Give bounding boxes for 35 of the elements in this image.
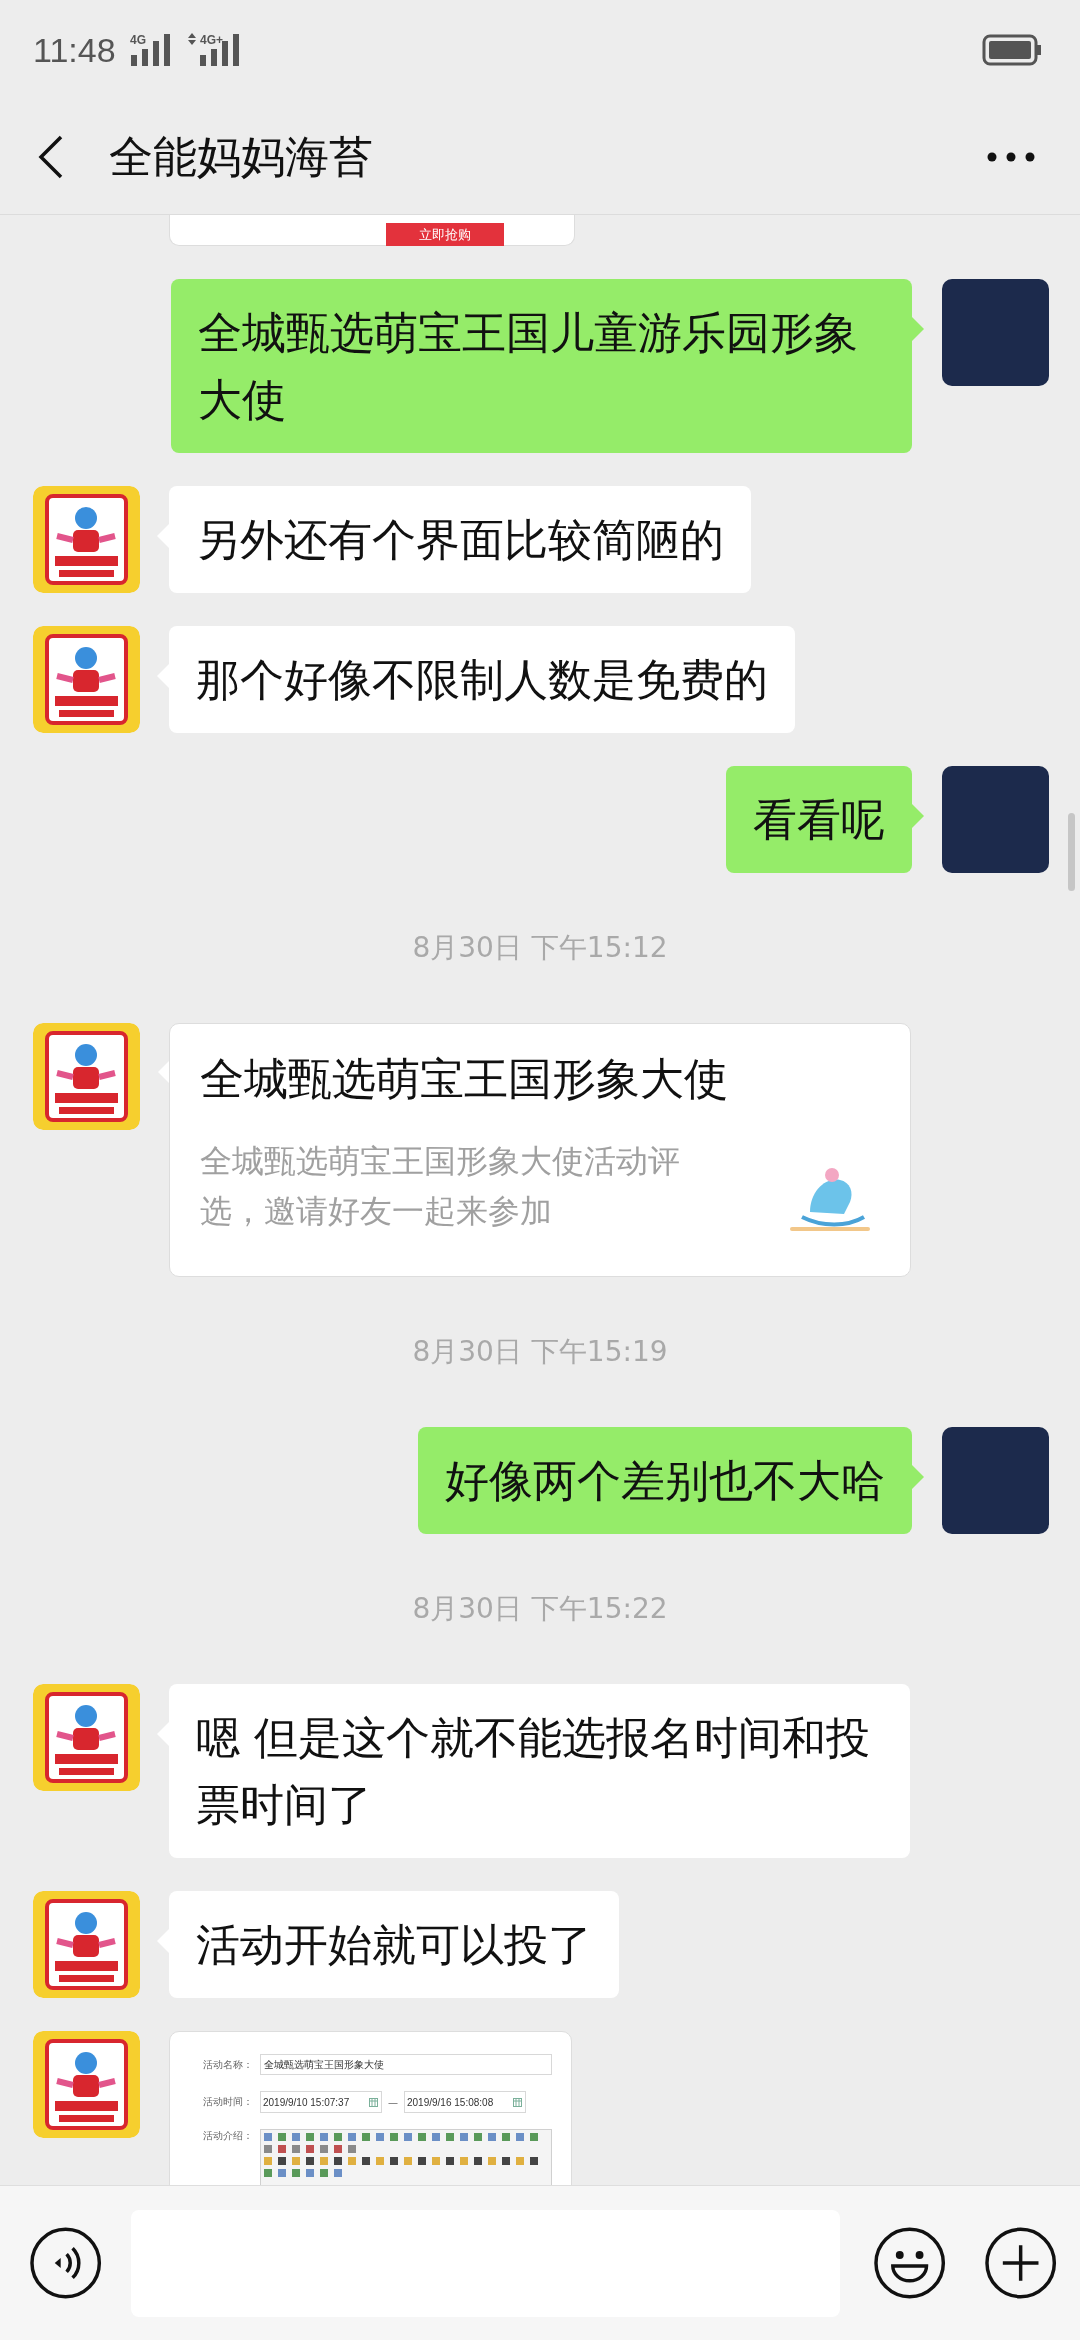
calendar-icon [513, 2097, 522, 2107]
chat-title: 全能妈妈海苔 [109, 129, 373, 184]
form-label: 活动介绍： [203, 2129, 254, 2143]
plus-icon[interactable] [983, 2226, 1057, 2300]
bubble-tail [912, 1465, 924, 1489]
link-title: 全城甄选萌宝王国形象大使 [200, 1052, 729, 1106]
link-description: 全城甄选萌宝王国形象大使活动评选，邀请好友一起来参加 [200, 1141, 681, 1232]
input-field: 全城甄选萌宝王国形象大使 [260, 2054, 552, 2075]
emoji-icon[interactable] [872, 2226, 947, 2300]
avatar[interactable] [33, 1684, 140, 1791]
form-screenshot[interactable]: 活动名称： 全城甄选萌宝王国形象大使 活动时间： 2019/9/10 15:07:37 — 2019/9/16 15:08:08 活动介绍： [169, 2031, 572, 2185]
voice-icon[interactable] [29, 2226, 103, 2300]
timestamp: 8月30日 下午15:19 [412, 1334, 668, 1370]
clock-time: 11:48 [33, 30, 116, 70]
avatar[interactable] [33, 626, 140, 733]
battery-icon [982, 34, 1042, 66]
range-separator: — [387, 2096, 399, 2108]
buy-button[interactable]: 立即抢购 [386, 223, 504, 246]
avatar[interactable] [33, 2031, 140, 2138]
avatar[interactable] [33, 1023, 140, 1130]
date-value: 2019/9/16 15:08:08 [407, 2096, 494, 2108]
link-card[interactable]: 全城甄选萌宝王国形象大使 全城甄选萌宝王国形象大使活动评选，邀请好友一起来参加 [169, 1023, 911, 1277]
avatar[interactable] [33, 1891, 140, 1998]
date-value: 2019/9/10 15:07:37 [263, 2096, 350, 2108]
avatar[interactable] [33, 486, 140, 593]
timestamp: 8月30日 下午15:22 [412, 1591, 668, 1627]
back-icon[interactable] [38, 135, 64, 179]
message-card[interactable]: 立即抢购 [169, 215, 575, 246]
timestamp: 8月30日 下午15:12 [412, 930, 668, 966]
calendar-icon [369, 2097, 378, 2107]
form-label: 活动时间： [203, 2095, 254, 2109]
form-label: 活动名称： [203, 2057, 254, 2072]
bubble-tail [912, 804, 924, 828]
more-icon[interactable] [987, 152, 1035, 162]
bubble-tail [912, 317, 924, 341]
